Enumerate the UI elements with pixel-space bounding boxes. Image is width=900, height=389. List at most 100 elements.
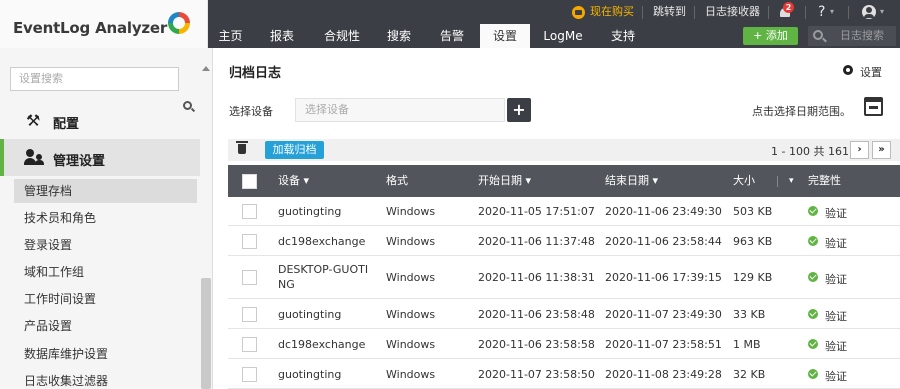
cell-device: guotingting	[278, 205, 342, 218]
sidebar-item-technicians-roles[interactable]: 技术员和角色	[14, 206, 197, 230]
check-circle-icon	[808, 206, 818, 216]
shopping-cart-icon[interactable]	[572, 6, 585, 19]
cell-device: DESKTOP-GUOTI	[278, 263, 369, 276]
row-checkbox[interactable]	[242, 307, 257, 322]
user-avatar-icon[interactable]	[862, 5, 876, 19]
row-checkbox[interactable]	[242, 367, 257, 382]
cell-size: 129 KB	[733, 271, 773, 284]
table-row[interactable]: guotingting Windows 2020-11-07 23:58:50 …	[228, 360, 900, 389]
column-filter-icon[interactable]: ▾	[789, 165, 794, 197]
cell-format: Windows	[386, 368, 436, 381]
calendar-icon[interactable]	[864, 97, 883, 116]
trash-icon[interactable]	[236, 141, 248, 154]
sidebar-item-product-settings[interactable]: 产品设置	[14, 314, 197, 338]
column-integrity: 完整性	[808, 174, 841, 187]
add-device-button[interactable]: +	[507, 98, 531, 122]
sidebar-item-db-maintenance[interactable]: 数据库维护设置	[14, 342, 197, 366]
pagination-text: 1 - 100 共 161	[771, 145, 849, 158]
check-circle-icon	[808, 236, 818, 246]
sidebar-item-domains-workgroups[interactable]: 域和工作组	[14, 260, 197, 284]
tab-reports[interactable]: 报表	[261, 24, 303, 48]
row-checkbox[interactable]	[242, 204, 257, 219]
check-circle-icon	[808, 309, 818, 319]
chevron-down-icon[interactable]: ▾	[880, 0, 884, 24]
cell-size: 963 KB	[733, 235, 773, 248]
check-circle-icon	[808, 339, 818, 349]
row-checkbox[interactable]	[242, 270, 257, 285]
cell-size: 503 KB	[733, 205, 773, 218]
cell-device: dc198exchange	[278, 235, 366, 248]
cell-end-date: 2020-11-06 23:58:44	[605, 235, 722, 248]
verify-link[interactable]: 验证	[825, 338, 847, 354]
settings-link[interactable]: 设置	[860, 64, 882, 80]
table-row[interactable]: guotingting Windows 2020-11-05 17:51:07 …	[228, 197, 900, 226]
load-archive-button[interactable]: 加载归档	[265, 141, 324, 159]
gear-icon[interactable]	[843, 65, 853, 75]
verify-link[interactable]: 验证	[825, 271, 847, 287]
app-logo-text: EventLog Analyzer	[13, 19, 168, 37]
divider	[777, 176, 778, 187]
tab-search[interactable]: 搜索	[378, 24, 420, 48]
column-end-date[interactable]: 结束日期 ▾	[605, 165, 658, 197]
cell-size: 32 KB	[733, 368, 766, 381]
row-checkbox[interactable]	[242, 337, 257, 352]
verify-link[interactable]: 验证	[825, 235, 847, 251]
scroll-up-arrow-icon[interactable]	[202, 66, 210, 71]
check-circle-icon	[808, 272, 818, 282]
cell-size: 1 MB	[733, 338, 761, 351]
cell-device-line2: NG	[278, 278, 295, 291]
cell-end-date: 2020-11-06 23:49:30	[605, 205, 722, 218]
device-label: 选择设备	[229, 105, 273, 118]
cell-format: Windows	[386, 338, 436, 351]
sidebar: 设置搜索 ⚒ 配置 管理设置 管理存档 技术员和角色 登录设置 域和工作组 工作…	[0, 48, 213, 389]
row-checkbox[interactable]	[242, 234, 257, 249]
cell-end-date: 2020-11-07 23:49:30	[605, 308, 722, 321]
sidebar-item-working-hours[interactable]: 工作时间设置	[14, 287, 197, 311]
cell-device: guotingting	[278, 308, 342, 321]
tab-alerts[interactable]: 告警	[431, 24, 473, 48]
column-start-date[interactable]: 开始日期 ▾	[478, 165, 531, 197]
divider	[848, 6, 849, 19]
top-header: EventLog Analyzer 现在购买 跳转到 日志接收器 2 ? ▾ ▾…	[0, 0, 900, 48]
chevron-down-icon[interactable]: ▾	[830, 0, 834, 24]
sidebar-section-label: 配置	[53, 117, 80, 132]
log-receiver-link[interactable]: 日志接收器	[705, 0, 760, 24]
help-icon[interactable]: ?	[818, 0, 825, 24]
tab-settings[interactable]: 设置	[480, 24, 530, 48]
sidebar-item-log-collection-filter[interactable]: 日志收集过滤器	[14, 369, 197, 389]
device-select-input[interactable]: 选择设备	[295, 98, 505, 122]
cell-device: dc198exchange	[278, 338, 366, 351]
cell-end-date: 2020-11-08 23:49:28	[605, 368, 722, 381]
buy-now-link[interactable]: 现在购买	[590, 0, 634, 24]
next-page-button[interactable]: ›	[850, 141, 869, 159]
tab-home[interactable]: 主页	[210, 24, 251, 48]
settings-search-input[interactable]: 设置搜索	[10, 67, 179, 91]
column-device[interactable]: 设备 ▾	[278, 165, 309, 197]
tab-logme[interactable]: LogMe	[538, 24, 588, 48]
cell-size: 33 KB	[733, 308, 766, 321]
main-content: 归档日志 设置 选择设备 选择设备 + 点击选择日期范围。 加载归档 1 - 1…	[214, 48, 900, 389]
sidebar-section-admin[interactable]: 管理设置	[0, 139, 200, 176]
table-row[interactable]: dc198exchange Windows 2020-11-06 23:58:5…	[228, 330, 900, 359]
tab-support[interactable]: 支持	[601, 24, 645, 48]
search-icon	[813, 30, 823, 40]
verify-link[interactable]: 验证	[825, 368, 847, 384]
add-button[interactable]: + 添加	[743, 27, 798, 45]
jump-to-link[interactable]: 跳转到	[653, 0, 686, 24]
table-row[interactable]: DESKTOP-GUOTI NG Windows 2020-11-06 11:3…	[228, 257, 900, 299]
last-page-button[interactable]: »	[872, 141, 891, 159]
sidebar-scrollbar[interactable]	[201, 278, 211, 389]
verify-link[interactable]: 验证	[825, 205, 847, 221]
table-row[interactable]: guotingting Windows 2020-11-06 23:58:48 …	[228, 300, 900, 329]
verify-link[interactable]: 验证	[825, 308, 847, 324]
sidebar-section-config[interactable]: ⚒ 配置	[0, 102, 200, 138]
sidebar-item-login-settings[interactable]: 登录设置	[14, 233, 197, 257]
page-title: 归档日志	[229, 66, 282, 81]
logo-area[interactable]: EventLog Analyzer	[0, 0, 208, 48]
tab-compliance[interactable]: 合规性	[317, 24, 367, 48]
select-all-checkbox[interactable]	[242, 174, 257, 189]
column-size[interactable]: 大小	[733, 165, 755, 197]
date-range-hint[interactable]: 点击选择日期范围。	[752, 103, 851, 119]
table-row[interactable]: dc198exchange Windows 2020-11-06 11:37:4…	[228, 227, 900, 256]
sidebar-item-manage-archive[interactable]: 管理存档	[14, 179, 197, 203]
